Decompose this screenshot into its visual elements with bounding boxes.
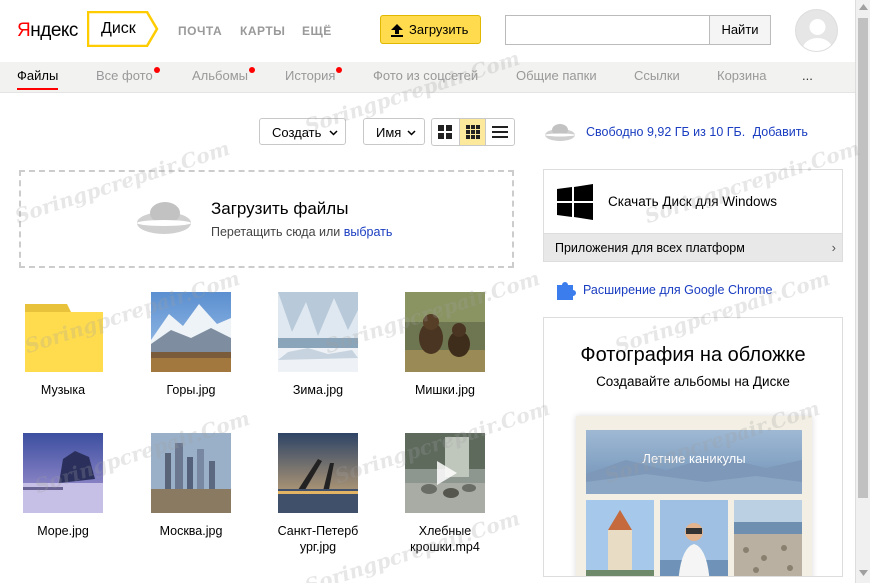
tab-label: История (285, 68, 336, 83)
small-grid-icon (466, 125, 480, 139)
small-tiles-view-button[interactable] (459, 119, 486, 145)
create-button-label: Создать (272, 125, 322, 140)
cover-photo-promo[interactable]: Фотография на обложке Создавайте альбомы… (543, 317, 843, 577)
dropzone-subtitle: Перетащить сюда или выбрать (211, 225, 392, 239)
storage-info: Свободно 9,92 ГБ из 10 ГБ. Добавить (586, 125, 808, 139)
disk-service-tab[interactable]: Диск (87, 11, 159, 47)
image-thumbnail[interactable] (278, 433, 358, 513)
scroll-down-arrow-icon[interactable] (859, 570, 868, 576)
file-name[interactable]: Зима.jpg (263, 382, 373, 398)
list-icon (492, 126, 508, 138)
album-photo (660, 500, 728, 576)
image-thumbnail[interactable] (151, 433, 231, 513)
nav-maps[interactable]: КАРТЫ (240, 24, 285, 38)
file-name[interactable]: Хлебные крошки.mp4 (390, 523, 500, 555)
puzzle-extension-icon (557, 282, 576, 300)
promo-title: Фотография на обложке (580, 344, 806, 366)
tab-history[interactable]: История (285, 67, 343, 83)
chrome-extension-link[interactable]: Расширение для Google Chrome (583, 283, 772, 297)
chevron-down-icon (407, 130, 416, 136)
search-button[interactable]: Найти (709, 15, 771, 45)
upload-icon (391, 24, 403, 37)
folder-icon[interactable] (23, 292, 103, 372)
tab-more[interactable]: ... (802, 68, 813, 83)
album-preview: Летние каникулы (576, 416, 812, 576)
download-windows-card[interactable]: Скачать Диск для Windows Приложения для … (543, 169, 843, 262)
service-name: Диск (101, 20, 136, 37)
upload-button[interactable]: Загрузить (380, 15, 481, 44)
file-name-line: крошки.mp4 (410, 540, 480, 554)
vertical-scrollbar[interactable] (855, 0, 870, 583)
tab-all-photos[interactable]: Все фото (96, 67, 160, 83)
dropzone-title: Загрузить файлы (211, 199, 349, 218)
user-avatar-icon[interactable] (795, 9, 838, 52)
download-windows-label: Скачать Диск для Windows (608, 194, 778, 209)
album-photo (734, 500, 802, 576)
album-photo (586, 500, 654, 576)
upload-button-label: Загрузить (409, 22, 469, 37)
file-name[interactable]: Москва.jpg (136, 523, 246, 539)
scroll-up-arrow-icon[interactable] (859, 4, 868, 10)
new-dot-badge (336, 67, 343, 73)
yandex-logo[interactable]: Яндекс (17, 20, 78, 42)
tab-shared-folders[interactable]: Общие папки (516, 68, 597, 83)
nav-mail[interactable]: ПОЧТА (178, 24, 222, 38)
view-mode-switcher (431, 118, 515, 146)
tab-trash[interactable]: Корзина (717, 68, 767, 83)
logo-rest: ндекс (30, 20, 78, 41)
dropzone-subtitle-text: Перетащить сюда или (211, 225, 341, 239)
file-name[interactable]: Санкт-Петерб ург.jpg (263, 523, 373, 555)
image-thumbnail[interactable] (23, 433, 103, 513)
scrollbar-thumb[interactable] (858, 18, 868, 498)
tab-label: Файлы (17, 68, 59, 83)
promo-subtitle: Создавайте альбомы на Диске (596, 374, 790, 389)
video-thumbnail[interactable] (405, 433, 485, 513)
upload-dropzone[interactable]: Загрузить файлы Перетащить сюда или выбр… (19, 170, 514, 268)
image-thumbnail[interactable] (405, 292, 485, 372)
active-tab-underline (17, 88, 59, 90)
tab-albums[interactable]: Альбомы (192, 67, 255, 83)
file-name[interactable]: Мишки.jpg (390, 382, 500, 398)
new-dot-badge (153, 67, 160, 73)
tab-label: Все фото (96, 68, 153, 83)
tab-links[interactable]: Ссылки (634, 68, 680, 83)
list-view-button[interactable] (487, 119, 514, 145)
file-name-line: ург.jpg (299, 540, 337, 554)
file-name[interactable]: Горы.jpg (136, 382, 246, 398)
create-button[interactable]: Создать (259, 118, 346, 145)
file-name-line: Санкт-Петерб (277, 524, 359, 538)
choose-files-link[interactable]: выбрать (344, 225, 393, 239)
chevron-right-icon: › (831, 240, 836, 255)
new-dot-badge (249, 67, 255, 73)
large-grid-icon (438, 125, 452, 139)
large-tiles-view-button[interactable] (432, 119, 459, 145)
image-thumbnail[interactable] (278, 292, 358, 372)
file-name[interactable]: Море.jpg (8, 523, 118, 539)
tab-files[interactable]: Файлы (17, 68, 59, 90)
header: Яндекс Диск ПОЧТА КАРТЫ ЕЩЁ Загрузить На… (0, 0, 855, 62)
section-tabs: Файлы Все фото Альбомы История Фото из с… (0, 62, 855, 93)
album-banner-title: Летние каникулы (642, 451, 746, 466)
album-banner: Летние каникулы (586, 430, 802, 494)
file-name[interactable]: Музыка (8, 382, 118, 398)
nav-more[interactable]: ЕЩЁ (302, 24, 332, 38)
disk-cloud-icon (137, 202, 191, 234)
windows-logo-icon (557, 184, 593, 220)
all-platforms-label: Приложения для всех платформ (555, 241, 745, 255)
image-thumbnail[interactable] (151, 292, 231, 372)
sort-button-label: Имя (376, 125, 402, 140)
file-name-line: Хлебные (418, 524, 472, 538)
sort-button[interactable]: Имя (363, 118, 425, 145)
tab-social-photos[interactable]: Фото из соцсетей (373, 68, 478, 83)
search-input[interactable] (505, 15, 710, 45)
tab-label: Альбомы (192, 68, 248, 83)
yandex-disk-page: Яндекс Диск ПОЧТА КАРТЫ ЕЩЁ Загрузить На… (0, 0, 870, 583)
add-space-link[interactable]: Добавить (753, 125, 808, 139)
disk-cloud-small-icon (545, 124, 575, 141)
free-space-text: Свободно 9,92 ГБ из 10 ГБ. (586, 125, 746, 139)
all-platforms-bar[interactable]: Приложения для всех платформ › (544, 233, 842, 261)
chevron-down-icon (329, 130, 338, 136)
